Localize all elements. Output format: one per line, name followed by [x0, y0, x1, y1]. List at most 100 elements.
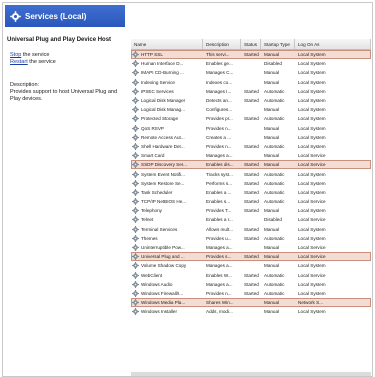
service-name-cell: IPSEC Services	[131, 87, 203, 95]
service-row[interactable]: Uninterruptible Pow... Manages a... Manual…	[131, 243, 371, 252]
column-header-name[interactable]: Name	[131, 39, 203, 49]
service-startup-cell: Automatic	[264, 199, 285, 205]
service-row[interactable]: HTTP SSL This servi... Started Manual Local …	[131, 50, 371, 60]
gear-icon	[132, 289, 139, 297]
column-header-status[interactable]: Status	[241, 39, 261, 49]
service-description-cell: Indexes co...	[206, 79, 233, 85]
service-row[interactable]: IPSEC Services Manages I... Started Automat…	[131, 87, 371, 96]
service-status-cell: Started	[244, 98, 259, 104]
service-description-cell: Manages a...	[206, 153, 233, 159]
service-name: Indexing Service	[141, 79, 175, 85]
service-name: Volume Shadow Copy	[141, 263, 187, 269]
service-row[interactable]: Remote Access Aut... Creates a ... Manual L…	[131, 133, 371, 142]
service-name: Remote Access Aut...	[141, 134, 185, 140]
service-description-cell: Detects an...	[206, 98, 232, 104]
service-startup-cell: Manual	[264, 153, 280, 159]
gear-icon	[132, 308, 139, 316]
service-name: Logical Disk Manag...	[141, 107, 185, 113]
service-logon-cell: Local System	[298, 281, 326, 287]
service-status-cell: Started	[244, 180, 259, 186]
column-header-log-on-as[interactable]: Log On As	[295, 39, 371, 49]
service-description-cell: Enables s...	[206, 199, 231, 205]
service-description-cell: Enables ge...	[206, 61, 233, 67]
gear-icon	[132, 133, 139, 141]
service-description-cell: Shares Win...	[206, 300, 234, 306]
gear-icon	[132, 51, 139, 59]
service-row[interactable]: Telephony Provides T... Started Manual Local…	[131, 206, 371, 215]
service-name-cell: Telephony	[131, 207, 203, 215]
service-row[interactable]: Windows Installer Adds, modi... Manual Loca…	[131, 307, 371, 316]
service-logon-cell: Local System	[298, 88, 326, 94]
gear-icon	[132, 78, 139, 86]
stop-action: Stop the service	[10, 52, 129, 59]
service-row[interactable]: WebClient Enables W... Started Automatic Loc…	[131, 271, 371, 280]
service-row[interactable]: Telnet Enables a r... Disabled Local Servic…	[131, 215, 371, 224]
service-row[interactable]: SSDP Discovery Ser... Enables dis... Start…	[131, 160, 371, 170]
service-row[interactable]: Windows Firewall/I... Provides n... Starte…	[131, 289, 371, 298]
service-row[interactable]: System Restore Se... Performs s... Started…	[131, 179, 371, 188]
service-name: Windows Media Pla...	[141, 300, 186, 306]
service-row[interactable]: Smart Card Manages a... Manual Local Servic…	[131, 151, 371, 160]
services-window: Services (Local) Universal Plug and Play…	[2, 2, 373, 377]
service-row[interactable]: Shell Hardware Det... Provides n... Starte…	[131, 142, 371, 151]
service-name: Windows Audio	[141, 281, 173, 287]
service-name-cell: Telnet	[131, 216, 203, 224]
service-row[interactable]: Indexing Service Indexes co... Manual Local…	[131, 78, 371, 87]
service-row[interactable]: Human Interface D... Enables ge... Disable…	[131, 59, 371, 68]
service-row[interactable]: IMAPI CD-Burning ... Manages C... Manual Lo…	[131, 68, 371, 77]
restart-link[interactable]: Restart	[10, 59, 28, 65]
service-description-cell: Configures...	[206, 107, 233, 113]
service-row[interactable]: QoS RSVP Provides n... Manual Local System	[131, 124, 371, 133]
gear-icon	[132, 142, 139, 150]
service-status-cell: Started	[244, 235, 259, 241]
service-name: System Restore Se...	[141, 180, 185, 186]
service-startup-cell: Disabled	[264, 217, 282, 223]
service-startup-cell: Manual	[264, 79, 280, 85]
service-logon-cell: Local System	[298, 171, 326, 177]
service-row[interactable]: Terminal Services Allows mult... Started Ma…	[131, 225, 371, 234]
service-row[interactable]: System Event Notifi... Tracks syst... Star…	[131, 169, 371, 178]
stop-link[interactable]: Stop	[10, 52, 21, 58]
service-logon-cell: Local System	[298, 125, 326, 131]
service-logon-cell: Local System	[298, 143, 326, 149]
service-description-cell: Enables dis...	[206, 162, 234, 168]
gear-icon	[132, 170, 139, 178]
horizontal-scrollbar[interactable]	[131, 372, 371, 376]
gear-icon	[132, 216, 139, 224]
stop-action-text: the service	[21, 52, 50, 58]
service-description-cell: Enables a ...	[206, 189, 232, 195]
service-row[interactable]: Windows Audio Manages a... Started Automati…	[131, 280, 371, 289]
service-name: TCP/IP NetBIOS He...	[141, 199, 187, 205]
service-status-cell: Started	[244, 290, 259, 296]
service-row[interactable]: Logical Disk Manager Detects an... Started…	[131, 96, 371, 105]
column-header-description[interactable]: Description	[203, 39, 241, 49]
service-name: Shell Hardware Det...	[141, 143, 185, 149]
service-status-cell: Started	[244, 208, 259, 214]
service-name: Uninterruptible Pow...	[141, 245, 185, 251]
service-logon-cell: Local System	[298, 189, 326, 195]
service-startup-cell: Manual	[264, 226, 280, 232]
service-row[interactable]: Task Scheduler Enables a ... Started Automa…	[131, 188, 371, 197]
service-row[interactable]: Volume Shadow Copy Manages a... Manual Loca…	[131, 261, 371, 270]
service-row[interactable]: TCP/IP NetBIOS He... Enables s... Started A…	[131, 197, 371, 206]
title-bar: Services (Local)	[5, 5, 125, 27]
service-description-cell: Tracks syst...	[206, 171, 233, 177]
service-logon-cell: Local System	[298, 61, 326, 67]
service-name-cell: Uninterruptible Pow...	[131, 244, 203, 252]
service-name-cell: SSDP Discovery Ser...	[131, 161, 203, 169]
service-row[interactable]: Windows Media Pla... Shares Win... Manual N…	[131, 298, 371, 308]
service-row[interactable]: Logical Disk Manag... Configures... Manual…	[131, 105, 371, 114]
service-name: Terminal Services	[141, 226, 178, 232]
service-row[interactable]: Universal Plug and ... Provides s... Start…	[131, 252, 371, 262]
service-description-cell: Provides n...	[206, 143, 232, 149]
service-name-cell: IMAPI CD-Burning ...	[131, 69, 203, 77]
service-startup-cell: Manual	[264, 208, 280, 214]
service-startup-cell: Automatic	[264, 116, 285, 122]
service-row[interactable]: Protected Storage Provides pr... Started Au…	[131, 114, 371, 123]
service-name-cell: Windows Audio	[131, 280, 203, 288]
service-name: Windows Firewall/I...	[141, 290, 184, 296]
service-name: System Event Notifi...	[141, 171, 185, 177]
service-row[interactable]: Themes Provides u... Started Automatic Local…	[131, 234, 371, 243]
service-name-cell: Universal Plug and ...	[131, 253, 203, 261]
column-header-startup-type[interactable]: Startup Type	[261, 39, 295, 49]
